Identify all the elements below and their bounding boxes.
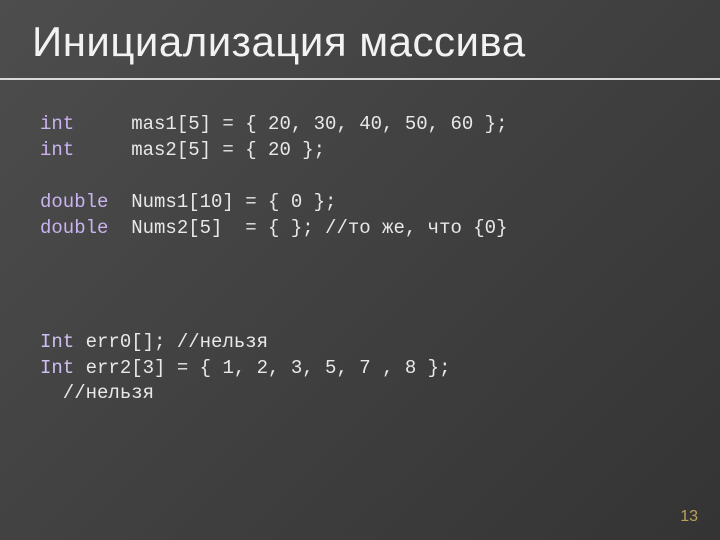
code-text: mas2[5] = { 20 };: [74, 139, 325, 161]
keyword-double: double: [40, 217, 108, 239]
code-text: err2[3] = { 1, 2, 3, 5, 7 , 8 };: [74, 357, 462, 379]
code-text: mas1[5] = { 20, 30, 40, 50, 60 };: [74, 113, 507, 135]
code-block-2: double Nums1[10] = { 0 }; double Nums2[5…: [40, 190, 507, 241]
slide-title: Инициализация массива: [32, 18, 526, 66]
slide: Инициализация массива int mas1[5] = { 20…: [0, 0, 720, 540]
code-text: Nums1[10] = { 0 };: [108, 191, 336, 213]
keyword-double: double: [40, 191, 108, 213]
keyword-int-cap: Int: [40, 357, 74, 379]
keyword-int: int: [40, 139, 74, 161]
keyword-int-cap: Int: [40, 331, 74, 353]
keyword-int: int: [40, 113, 74, 135]
code-text: err0[]; //нельзя: [74, 331, 268, 353]
code-block-3: Int err0[]; //нельзя Int err2[3] = { 1, …: [40, 330, 462, 407]
code-text: //нельзя: [40, 382, 154, 404]
code-block-1: int mas1[5] = { 20, 30, 40, 50, 60 }; in…: [40, 112, 507, 163]
code-text: Nums2[5] = { }; //то же, что {0}: [108, 217, 507, 239]
title-underline: [0, 78, 720, 80]
page-number: 13: [680, 508, 698, 526]
